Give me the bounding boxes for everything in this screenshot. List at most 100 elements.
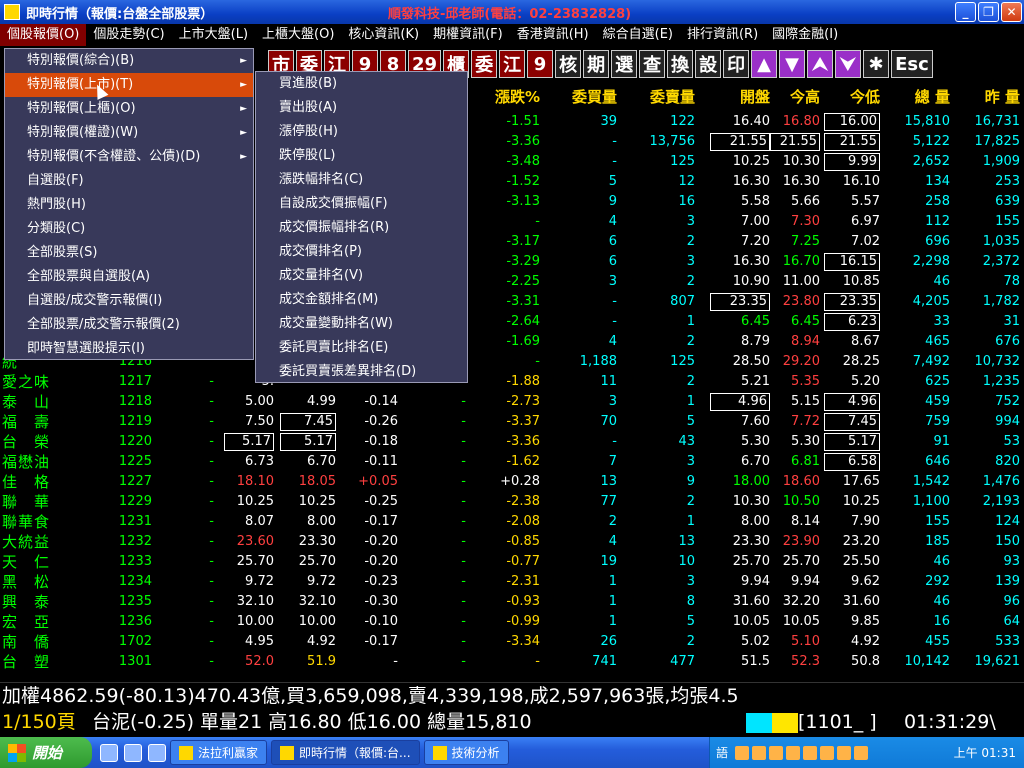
toolbar-button-9[interactable]: 9 [527,50,554,78]
menu-item-8[interactable]: 全部股票(S) [5,241,253,265]
toolbar-button-20[interactable]: ⮟ [835,50,862,78]
tray-icon[interactable] [735,745,750,760]
cell: 52.0 [245,654,274,669]
start-button[interactable]: 開始 [0,737,92,768]
language-indicator[interactable]: 語 [716,744,728,761]
menu-item-0[interactable]: 特別報價(綜合)(B) ► [5,49,253,73]
submenu-item-12[interactable]: 委託買賣張差異排名(D) [256,360,467,384]
menu-item-10[interactable]: 自選股/成交警示報價(I) [5,289,253,313]
toolbar-button-13[interactable]: 查 [639,50,666,78]
table-row[interactable]: 泰 山 1218 - 5.00 4.99 -0.14 - -2.73 3 1 4.96 5.15 4.9… [0,392,1024,412]
cell: 16 [933,614,950,629]
toolbar-button-22[interactable]: Esc [891,50,933,78]
table-row[interactable]: 聯 華 1229 - 10.25 10.25 -0.25 - -2.38 77 2 10.30 10.… [0,492,1024,512]
table-row[interactable]: 愛之味1217-5.-1.881125.215.355.206251,235 [0,372,1024,392]
submenu-item-8[interactable]: 成交量排名(V) [256,264,467,288]
cell: 9.94 [791,574,820,589]
toolbar-button-12[interactable]: 選 [611,50,638,78]
submenu-item-9[interactable]: 成交金額排名(M) [256,288,467,312]
cell-今低: 16.10 [842,174,880,189]
table-row[interactable]: 聯華食 1231 - 8.07 8.00 -0.17 - -2.08 2 1 8.00 8.14 7.9… [0,512,1024,532]
table-row[interactable]: 大統益 1232 - 23.60 23.30 -0.20 - -0.85 4 13 23.30 23.… [0,532,1024,552]
toolbar-button-21[interactable]: ✱ [863,50,890,78]
cell: 8.00 [741,514,770,529]
folder-icon[interactable] [124,743,142,762]
menu-item-1[interactable]: 特別報價(上市)(T) ► [5,73,253,97]
tray-icon[interactable] [786,745,801,760]
table-row[interactable]: 興 泰 1235 - 32.10 32.10 -0.30 - -0.93 1 8 31.60 32.2… [0,592,1024,612]
table-row[interactable]: 福懋油 1225 - 6.73 6.70 -0.11 - -1.62 7 3 6.70 6.81 6.5… [0,452,1024,472]
menu-1[interactable]: 個股走勢(C) [86,24,171,46]
submenu-item-2[interactable]: 漲停股(H) [256,120,467,144]
table-row[interactable]: 南 僑 1702 - 4.95 4.92 -0.17 - -3.34 26 2 5.02 5.10 4.… [0,632,1024,652]
submenu-item-1[interactable]: 賣出股(A) [256,96,467,120]
toolbar-button-19[interactable]: ⮝ [807,50,834,78]
menu-0[interactable]: 個股報價(O) [0,24,87,46]
submenu-item-11[interactable]: 委託買賣比排名(E) [256,336,467,360]
taskbar-button-2[interactable]: 技術分析 [423,740,509,765]
menu-item-4[interactable]: 特別報價(不含權證、公債)(D) ► [5,145,253,169]
menu-bar: 個股報價(O) 個股走勢(C) 上市大盤(L) 上櫃大盤(O) 核心資訊(K) 期權資訊(… [0,24,1024,46]
toolbar-button-10[interactable]: 核 [555,50,582,78]
toolbar-button-16[interactable]: 印 [723,50,750,78]
menu-3[interactable]: 上櫃大盤(O) [255,24,341,46]
cell-今低: 16.15 [824,253,880,271]
tray-icon[interactable] [820,745,835,760]
tray-icon[interactable] [769,745,784,760]
menu-9[interactable]: 國際金融(I) [765,24,845,46]
close-button[interactable]: ✕ [1001,2,1022,22]
toolbar-button-15[interactable]: 設 [695,50,722,78]
table-row[interactable]: 台 榮 1220-5.17 5.17 -0.18- -3.36-43 5.30 5.30 5.… [0,432,1024,452]
menu-5[interactable]: 期權資訊(F) [426,24,510,46]
toolbar-button-7[interactable]: 委 [471,50,498,78]
menu-2[interactable]: 上市大盤(L) [172,24,255,46]
toolbar-button-14[interactable]: 換 [667,50,694,78]
tray-icon[interactable] [803,745,818,760]
submenu-item-7[interactable]: 成交價排名(P) [256,240,467,264]
toolbar-button-11[interactable]: 期 [583,50,610,78]
tray-icon[interactable] [837,745,852,760]
menu-item-6[interactable]: 熱門股(H) [5,193,253,217]
submenu-item-0[interactable]: 買進股(B) [256,72,467,96]
menu-7[interactable]: 綜合自選(E) [596,24,680,46]
tray-icon[interactable] [854,745,869,760]
minimize-button[interactable]: _ [955,2,976,22]
stock-name: 福懋油 [2,453,51,471]
table-row[interactable]: 台 塑 1301 - 52.0 51.9 - - - 741 477 51.5 52.3 50.8 10,… [0,652,1024,672]
menu-6[interactable]: 香港資訊(H) [510,24,596,46]
submenu-item-5[interactable]: 自設成交價振幅(F) [256,192,467,216]
submenu-item-6[interactable]: 成交價振幅排名(R) [256,216,467,240]
submenu-item-3[interactable]: 跌停股(L) [256,144,467,168]
tray-icon[interactable] [752,745,767,760]
table-row[interactable]: 黑 松 1234 - 9.72 9.72 -0.23 - -2.31 1 3 9.94 9.94 9.6… [0,572,1024,592]
toolbar-button-17[interactable]: ▲ [751,50,778,78]
cell: - [461,614,466,629]
code-input[interactable]: [1101_ ] [798,709,877,736]
ie-icon[interactable] [100,743,118,762]
media-icon[interactable] [148,743,166,762]
menu-item-5[interactable]: 自選股(F) [5,169,253,193]
menu-item-11[interactable]: 全部股票/成交警示報價(2) [5,313,253,337]
menu-item-2[interactable]: 特別報價(上櫃)(O) ► [5,97,253,121]
table-row[interactable]: 天 仁 1233 - 25.70 25.70 -0.20 - -0.77 19 10 25.70 25… [0,552,1024,572]
cell: - [209,594,214,609]
cell: 46 [933,594,950,609]
menu-4[interactable]: 核心資訊(K) [341,24,426,46]
toolbar-button-8[interactable]: 江 [499,50,526,78]
menu-item-7[interactable]: 分類股(C) [5,217,253,241]
menu-item-12[interactable]: 即時智慧選股提示(I) [5,337,253,361]
menu-item-3[interactable]: 特別報價(權證)(W) ► [5,121,253,145]
stock-code: 1234 [118,574,152,589]
table-row[interactable]: 佳 格 1227 - 18.10 18.05 +0.05 - +0.28 13 9 18.00 18.… [0,472,1024,492]
menu-item-9[interactable]: 全部股票與自選股(A) [5,265,253,289]
menu-8[interactable]: 排行資訊(R) [680,24,765,46]
taskbar-button-1[interactable]: 即時行情（報價:台... [271,740,420,765]
submenu-item-10[interactable]: 成交量變動排名(W) [256,312,467,336]
submenu-item-4[interactable]: 漲跌幅排名(C) [256,168,467,192]
cell: 18.60 [782,474,820,489]
restore-button[interactable]: ❐ [978,2,999,22]
toolbar-button-18[interactable]: ▼ [779,50,806,78]
table-row[interactable]: 福 壽 1219 - 7.50 7.45 -0.26 - -3.37 70 5 7.60 7.72 7.… [0,412,1024,432]
table-row[interactable]: 宏 亞 1236 - 10.00 10.00 -0.10 - -0.99 1 5 10.05 10.0… [0,612,1024,632]
taskbar-button-0[interactable]: 法拉利贏家 [170,740,268,765]
